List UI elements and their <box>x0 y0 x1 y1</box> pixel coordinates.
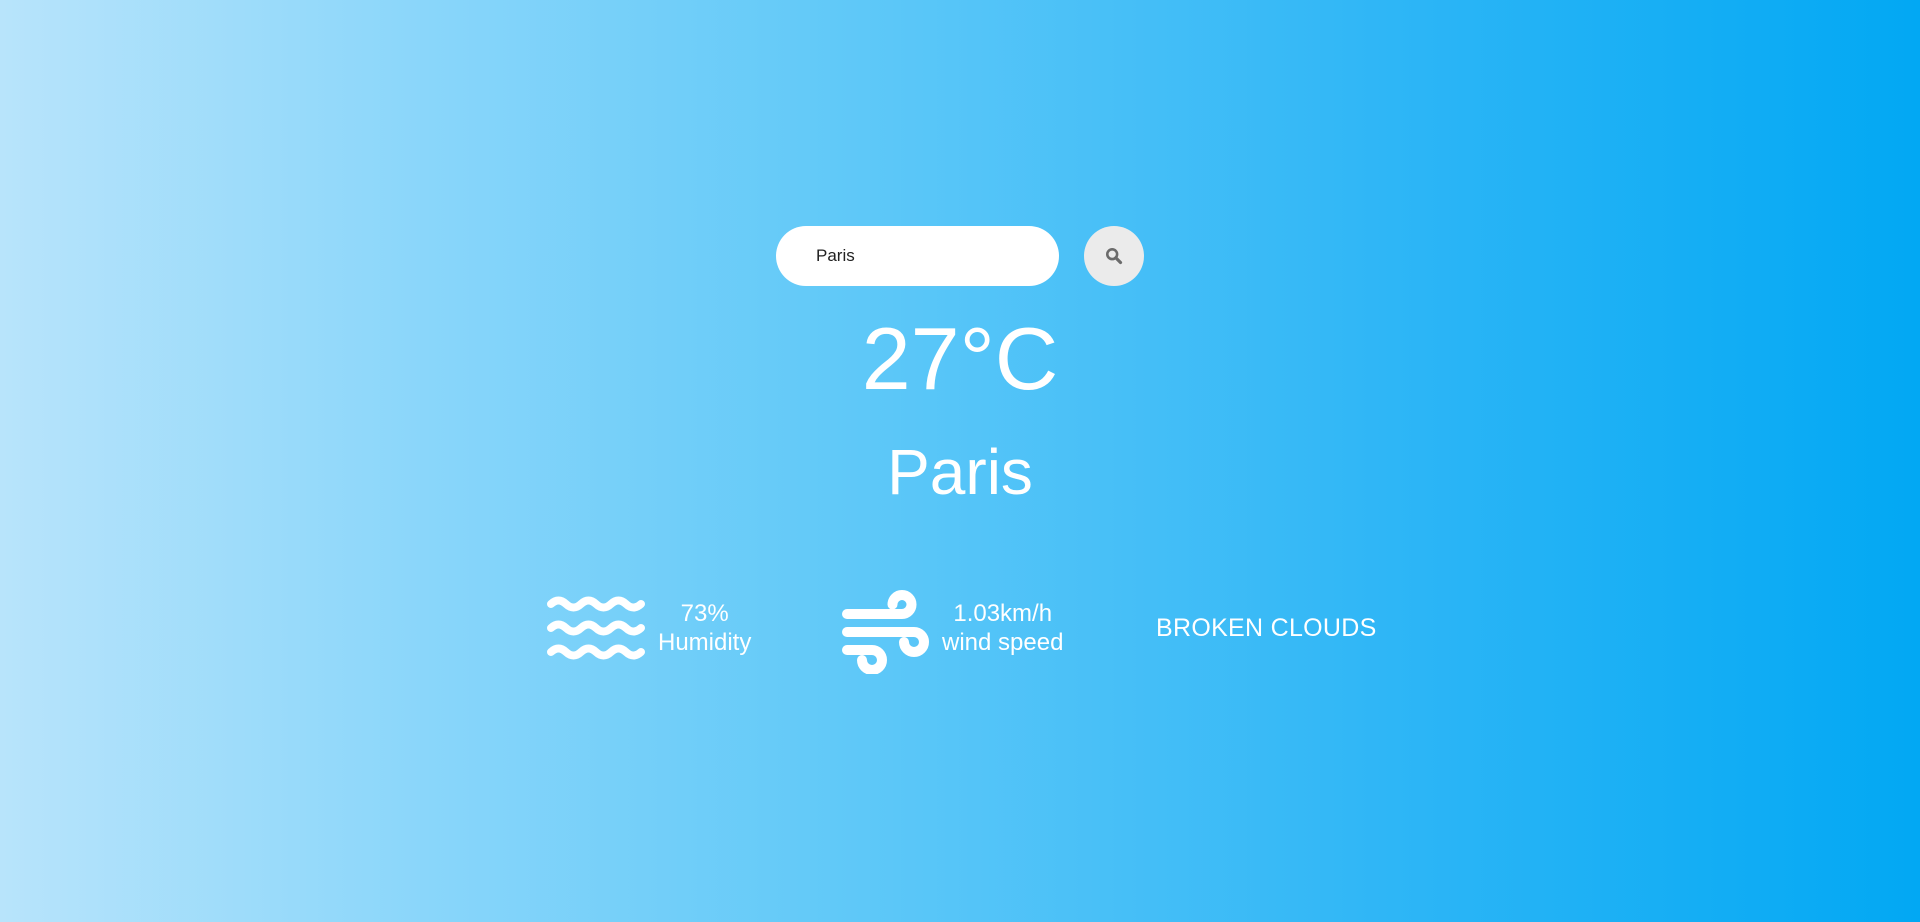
city-search-input[interactable] <box>776 226 1059 286</box>
wind-value: 1.03km/h <box>953 600 1053 627</box>
humidity-label: Humidity <box>658 629 752 656</box>
city-name: Paris <box>887 436 1033 508</box>
wind-detail: 1.03km/h wind speed <box>840 582 1063 674</box>
search-icon <box>1105 247 1123 265</box>
wind-label: wind speed <box>942 629 1064 656</box>
humidity-value: 73% <box>680 600 729 627</box>
weather-details: 73% Humidity 1.03km/h wind speed BROKEN … <box>0 582 1920 674</box>
humidity-detail: 73% Humidity <box>546 582 751 674</box>
weather-description: BROKEN CLOUDS <box>1156 613 1377 642</box>
wind-info: 1.03km/h wind speed <box>942 599 1063 657</box>
search-bar <box>776 226 1144 286</box>
wind-icon <box>842 590 929 674</box>
water-waves-icon <box>547 596 645 660</box>
temperature: 27°C <box>861 309 1059 408</box>
humidity-info: 73% Humidity <box>658 599 751 657</box>
search-button[interactable] <box>1084 226 1144 286</box>
